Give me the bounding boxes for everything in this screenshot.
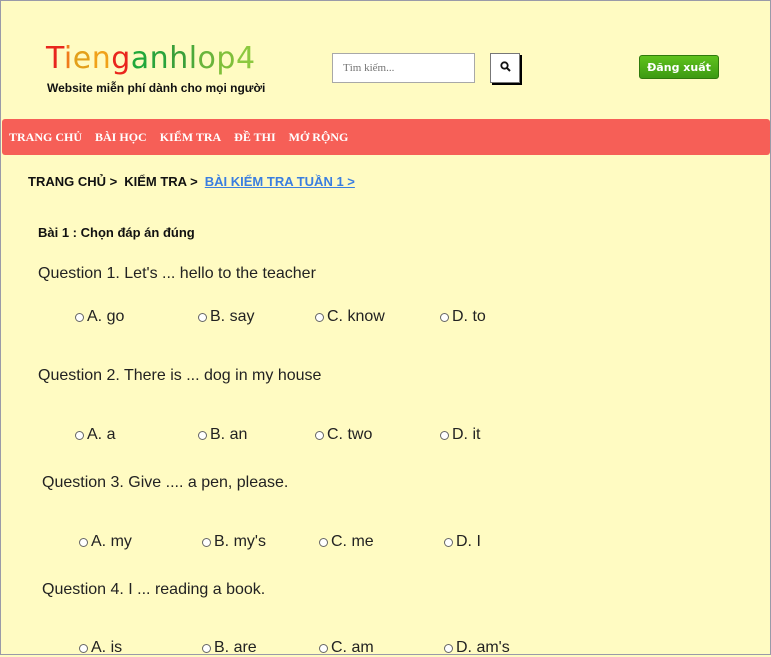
radio-button[interactable] [79,643,88,653]
logo-letter: a [130,41,150,76]
option-label: A. a [87,426,116,443]
nav-item-tests[interactable]: KIỂM TRA [160,130,221,145]
logo-letter: e [72,41,92,76]
answer-option[interactable]: D. I [444,533,481,551]
logo-letter: i [63,41,73,76]
answer-option[interactable]: A. a [75,426,115,444]
option-label: D. it [452,426,481,443]
answer-option[interactable]: C. me [319,533,374,551]
logo-letter: 4 [235,41,256,76]
option-label: C. am [331,639,374,656]
radio-button[interactable] [440,312,449,322]
radio-button[interactable] [315,430,324,440]
option-label: C. know [327,308,385,325]
main-nav: TRANG CHỦ BÀI HỌC KIỂM TRA ĐỀ THI MỞ RỘN… [2,119,770,155]
answer-option[interactable]: B. my's [202,533,266,551]
answer-option[interactable]: A. go [75,308,124,326]
radio-button[interactable] [79,537,88,547]
exercise-title: Bài 1 : Chọn đáp án đúng [38,225,195,240]
logout-button[interactable]: Đăng xuất [639,55,719,79]
radio-button[interactable] [444,643,453,653]
search-button[interactable] [490,53,520,83]
radio-button[interactable] [75,312,84,322]
logo-letter: h [169,41,189,76]
answer-option[interactable]: A. is [79,639,122,657]
answer-option[interactable]: C. two [315,426,372,444]
answer-option[interactable]: C. am [319,639,374,657]
option-label: A. my [91,533,132,550]
breadcrumb-tests[interactable]: KIỂM TRA > [124,174,198,189]
breadcrumb-current[interactable]: BÀI KIỂM TRA TUẦN 1 > [205,174,355,189]
answer-option[interactable]: B. say [198,308,254,326]
answer-option[interactable]: C. know [315,308,385,326]
radio-button[interactable] [202,643,211,653]
site-tagline: Website miễn phí dành cho mọi người [47,81,266,95]
question-text: Question 1. Let's ... hello to the teach… [38,265,316,282]
option-label: D. to [452,308,486,325]
logo-letter: p [216,41,236,76]
radio-button[interactable] [202,537,211,547]
option-label: B. say [210,308,255,325]
answer-option[interactable]: D. to [440,308,486,326]
answer-option[interactable]: A. my [79,533,132,551]
breadcrumb: TRANG CHỦ > KIỂM TRA > BÀI KIỂM TRA TUẦN… [28,174,362,189]
nav-item-home[interactable]: TRANG CHỦ [9,130,82,145]
breadcrumb-home[interactable]: TRANG CHỦ > [28,174,117,189]
search-icon [499,59,511,77]
logo-letter: o [197,41,217,76]
radio-button[interactable] [75,430,84,440]
logo-letter: g [111,41,131,76]
option-label: B. an [210,426,248,443]
logo-letter: T [46,41,64,76]
question-text: Question 3. Give .... a pen, please. [42,474,289,491]
question-text: Question 2. There is ... dog in my house [38,367,322,384]
answer-option[interactable]: D. it [440,426,480,444]
option-label: B. my's [214,533,266,550]
logo-letter: n [149,41,170,76]
logo-letter: l [188,41,198,76]
radio-button[interactable] [319,643,328,653]
nav-item-more[interactable]: MỞ RỘNG [289,130,349,145]
nav-item-lessons[interactable]: BÀI HỌC [95,130,147,145]
answer-option[interactable]: D. am's [444,639,510,657]
option-label: D. am's [456,639,510,656]
radio-button[interactable] [440,430,449,440]
radio-button[interactable] [319,537,328,547]
logo-letter: n [91,41,112,76]
option-label: B. are [214,639,257,656]
search-input[interactable] [332,53,475,83]
option-label: D. I [456,533,481,550]
answer-option[interactable]: B. are [202,639,257,657]
question-text: Question 4. I ... reading a book. [42,581,266,598]
option-label: C. me [331,533,374,550]
option-label: A. go [87,308,125,325]
answer-option[interactable]: B. an [198,426,247,444]
radio-button[interactable] [315,312,324,322]
nav-item-exams[interactable]: ĐỀ THI [234,130,275,145]
option-label: C. two [327,426,373,443]
option-label: A. is [91,639,123,656]
radio-button[interactable] [198,430,207,440]
radio-button[interactable] [198,312,207,322]
site-logo[interactable]: Tienganhlop4 [46,41,256,76]
radio-button[interactable] [444,537,453,547]
